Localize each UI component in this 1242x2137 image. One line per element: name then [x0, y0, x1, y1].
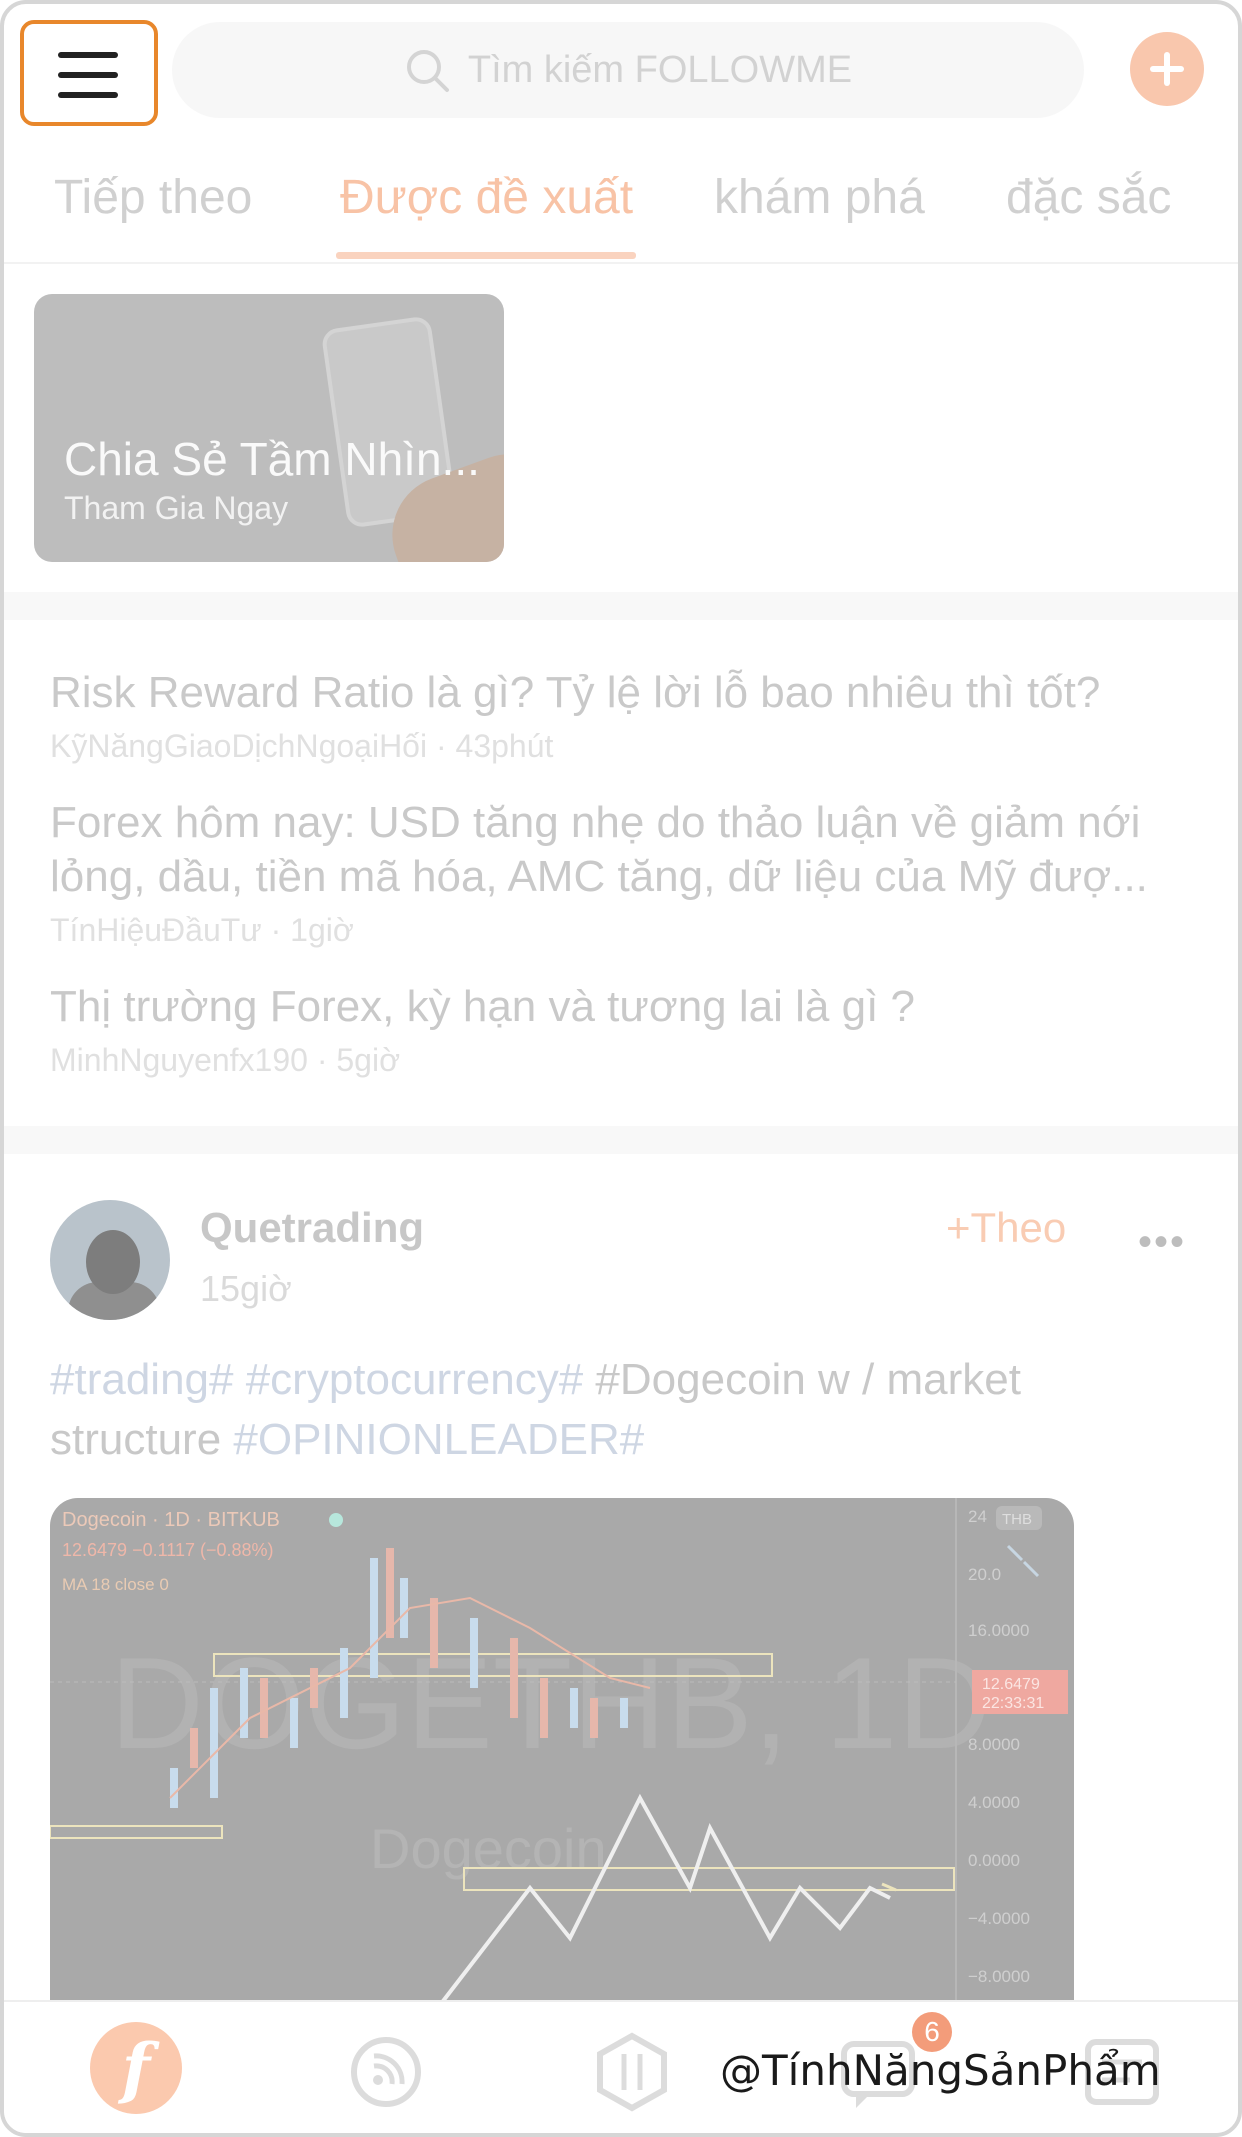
chart-price: 12.6479 −0.1117 (−0.88%): [62, 1540, 274, 1560]
svg-text:−8.0000: −8.0000: [968, 1967, 1030, 1986]
search-placeholder: Tìm kiếm FOLLOWME: [467, 48, 853, 91]
chart-watermark-sub: Dogecoin: [370, 1817, 607, 1880]
price-tag: 12.6479: [982, 1676, 1040, 1693]
add-post-button[interactable]: [1130, 32, 1204, 106]
article-meta: TínHiệuĐầuTư · 1giờ: [50, 912, 354, 948]
avatar[interactable]: [50, 1200, 170, 1320]
article-title[interactable]: Thị trường Forex, kỳ hạn và tương lai là…: [50, 980, 1200, 1034]
article-author[interactable]: TínHiệuĐầuTư: [50, 912, 262, 948]
tab-explore[interactable]: khám phá: [714, 170, 925, 225]
article-author[interactable]: MinhNguyenfx190: [50, 1042, 308, 1078]
price-time: 22:33:31: [982, 1695, 1044, 1712]
svg-text:4.0000: 4.0000: [968, 1793, 1020, 1812]
svg-text:0.0000: 0.0000: [968, 1851, 1020, 1870]
active-tab-indicator: [336, 252, 636, 259]
divider: [4, 592, 1238, 620]
bottom-nav: f 6 @TínhNăngSảnPhẩm: [4, 2000, 1238, 2133]
weibo-watermark: @TínhNăngSảnPhẩm: [720, 2046, 1161, 2095]
article-title[interactable]: Forex hôm nay: USD tăng nhẹ do thảo luận…: [50, 796, 1200, 850]
live-dot-icon: [329, 1513, 343, 1527]
chart-ma: MA 18 close 0: [62, 1575, 169, 1594]
chart-symbol: Dogecoin · 1D · BITKUB: [62, 1509, 280, 1531]
svg-text:20.0: 20.0: [968, 1565, 1001, 1584]
followme-logo-icon[interactable]: f: [90, 2022, 182, 2114]
tab-recommended[interactable]: Được đề xuất: [340, 170, 633, 225]
post-time: 15giờ: [200, 1268, 292, 1309]
banner-title: Chia Sẻ Tầm Nhìn...: [64, 433, 480, 485]
tab-featured[interactable]: đặc sắc: [1006, 170, 1171, 225]
svg-text:−4.0000: −4.0000: [968, 1909, 1030, 1928]
menu-button[interactable]: [20, 20, 158, 126]
feed-icon[interactable]: [344, 2030, 428, 2114]
search-icon: [406, 50, 449, 92]
article-time: 5giờ: [336, 1042, 401, 1078]
svg-text:8.0000: 8.0000: [968, 1735, 1020, 1754]
divider: [4, 1126, 1238, 1154]
banner-subtitle: Tham Gia Ngay: [64, 490, 289, 526]
svg-text:24: 24: [968, 1507, 987, 1526]
post-tag[interactable]: #OPINIONLEADER#: [233, 1415, 644, 1464]
article-meta: MinhNguyenfx190 · 5giờ: [50, 1042, 401, 1078]
app-screen: Tìm kiếm FOLLOWME Tiếp theo Được đề xuất…: [0, 0, 1242, 2137]
post-text: #trading# #cryptocurrency# #Dogecoin w /…: [50, 1355, 1021, 1464]
article-meta: KỹNăngGiaoDịchNgoạiHối · 43phút: [50, 728, 554, 764]
svg-text:16.0000: 16.0000: [968, 1621, 1029, 1640]
chart-svg: DOGETHB, 1D Dogecoin Dogecoin · 1D · BIT…: [50, 1498, 1068, 2018]
tab-bar: Tiếp theo Được đề xuất khám phá đặc sắc: [4, 164, 1238, 264]
expand-icon: [1006, 1544, 1040, 1578]
article-time: 43phút: [455, 728, 554, 764]
trade-icon[interactable]: [590, 2030, 674, 2114]
article-time: 1giờ: [290, 912, 354, 948]
article-title[interactable]: Risk Reward Ratio là gì? Tỷ lệ lời lỗ ba…: [50, 666, 1200, 720]
article-author[interactable]: KỹNăngGiaoDịchNgoạiHối: [50, 728, 427, 764]
promo-banner[interactable]: Chia Sẻ Tầm Nhìn... Tham Gia Ngay: [34, 294, 504, 562]
follow-button[interactable]: +Theo: [946, 1204, 1066, 1252]
post-author[interactable]: Quetrading: [200, 1204, 424, 1252]
more-options-icon[interactable]: •••: [1138, 1220, 1186, 1265]
article-title-line2[interactable]: lỏng, dầu, tiền mã hóa, AMC tăng, dữ liệ…: [50, 850, 1200, 904]
post-tags[interactable]: #trading# #cryptocurrency#: [50, 1355, 583, 1404]
search-input[interactable]: Tìm kiếm FOLLOWME: [172, 22, 1084, 118]
currency-label: THB: [1002, 1511, 1032, 1528]
menu-icon: [58, 52, 118, 58]
post-chart-image[interactable]: DOGETHB, 1D Dogecoin Dogecoin · 1D · BIT…: [50, 1498, 1074, 2018]
tab-following[interactable]: Tiếp theo: [54, 170, 252, 225]
